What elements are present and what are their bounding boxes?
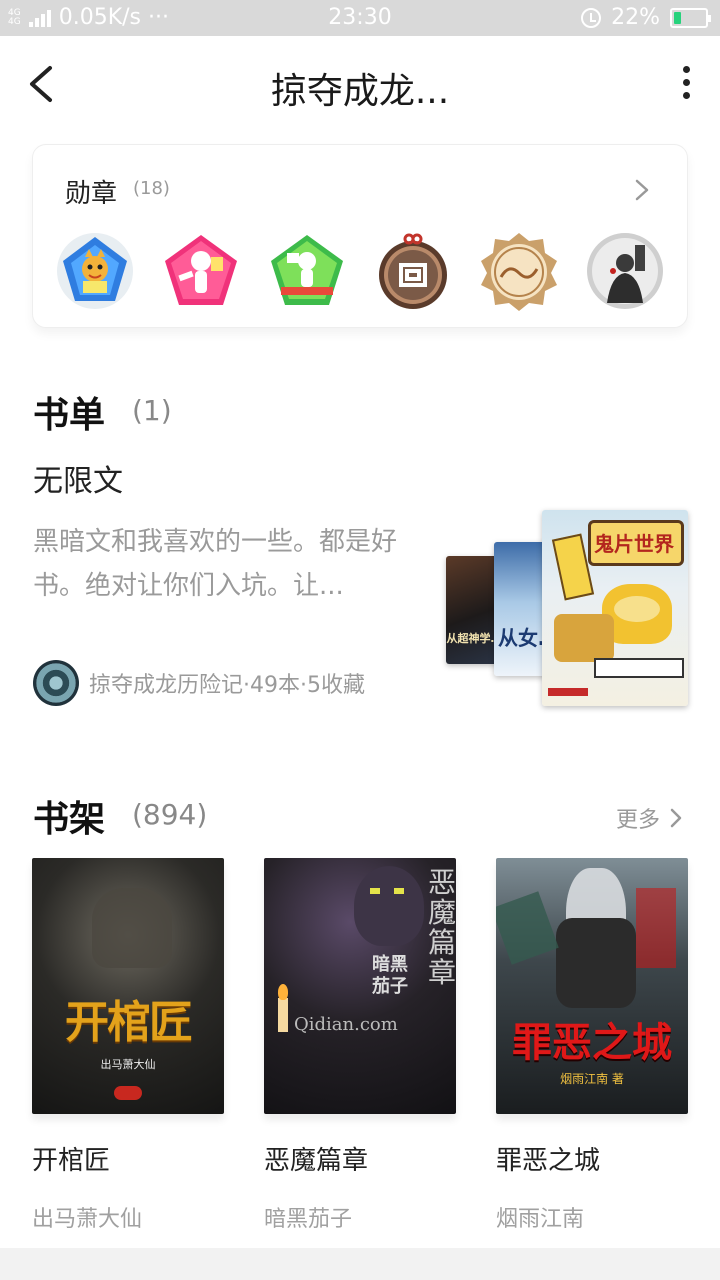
medals-title: 勋章 [65,179,118,209]
back-arrow-icon[interactable] [22,60,62,108]
book-author: 出马萧大仙 [32,1207,143,1232]
booklist-description[interactable]: 黑暗文和我喜欢的一些。都是好书。绝对让你们入坑。让... [33,520,413,608]
book-title: 开棺匠 [32,1146,111,1176]
booklist-cover-3-title: 鬼片世界 [594,532,674,556]
battery-percent: 22% [611,5,660,30]
booklist-author-line: 掠夺成龙历险记·49本·5收藏 [89,673,365,698]
bookshelf-more-link[interactable]: 更多 [616,802,682,834]
chevron-right-icon [670,808,682,828]
book-cover[interactable]: 罪恶之城 烟雨江南 著 [496,858,688,1114]
book-cover-author: 烟雨江南 著 [560,1072,624,1086]
medal-green-pentagon-icon[interactable] [267,231,347,311]
booklist-cover-3[interactable]: 鬼片世界 [542,510,688,706]
book-cover-title: 恶魔篇章 [428,866,456,989]
booklist-name[interactable]: 无限文 [33,456,123,500]
medals-card[interactable]: 勋章 (18) [32,144,688,328]
book-title: 恶魔篇章 [264,1146,369,1176]
medal-pink-pentagon-icon[interactable] [161,231,241,311]
medal-reader-cat-icon[interactable] [55,231,135,311]
medal-bronze-seal-icon[interactable] [373,231,453,311]
bookshelf-heading: 书架 [33,798,106,840]
booklist-heading: 书单 [33,394,106,436]
alarm-icon [581,7,602,28]
book-cover[interactable]: 恶魔篇章 暗黑茄子 Qidian.com [264,858,456,1114]
avatar[interactable] [33,660,79,706]
booklist-meta[interactable]: 掠夺成龙历险记·49本·5收藏 [33,660,365,706]
book-title: 罪恶之城 [496,1146,601,1176]
status-bar: 4G 4G 0.05K/s ··· 23:30 22% [0,0,720,36]
medals-count: (18) [133,178,170,199]
book-item[interactable]: 罪恶之城 烟雨江南 著 罪恶之城 烟雨江南 [496,858,688,1233]
top-nav: 掠夺成龙... [0,36,720,132]
book-cover-author: 暗黑茄子 [372,954,408,997]
book-cover-title: 开棺匠 [65,997,193,1048]
medal-gold-seal-icon[interactable] [479,231,559,311]
battery-icon [670,7,711,28]
book-author: 暗黑茄子 [264,1207,353,1232]
book-item[interactable]: 开棺匠 出马萧大仙 开棺匠 出马萧大仙 [32,858,224,1233]
chevron-right-icon[interactable] [635,179,649,201]
book-cover[interactable]: 开棺匠 出马萧大仙 [32,858,224,1114]
book-cover-watermark: Qidian.com [294,1014,398,1035]
booklist-count: (1) [132,394,172,427]
book-cover-title: 罪恶之城 [512,1019,672,1066]
bookshelf-count: (894) [132,798,208,831]
medal-warrior-portrait-icon[interactable] [585,231,665,311]
bottom-divider [0,1248,720,1280]
book-cover-author: 出马萧大仙 [100,1058,156,1071]
page-title: 掠夺成龙... [270,71,450,112]
book-author: 烟雨江南 [496,1207,585,1232]
more-label: 更多 [615,808,660,833]
more-vertical-icon[interactable] [680,66,692,102]
book-item[interactable]: 恶魔篇章 暗黑茄子 Qidian.com 恶魔篇章 暗黑茄子 [264,858,456,1233]
